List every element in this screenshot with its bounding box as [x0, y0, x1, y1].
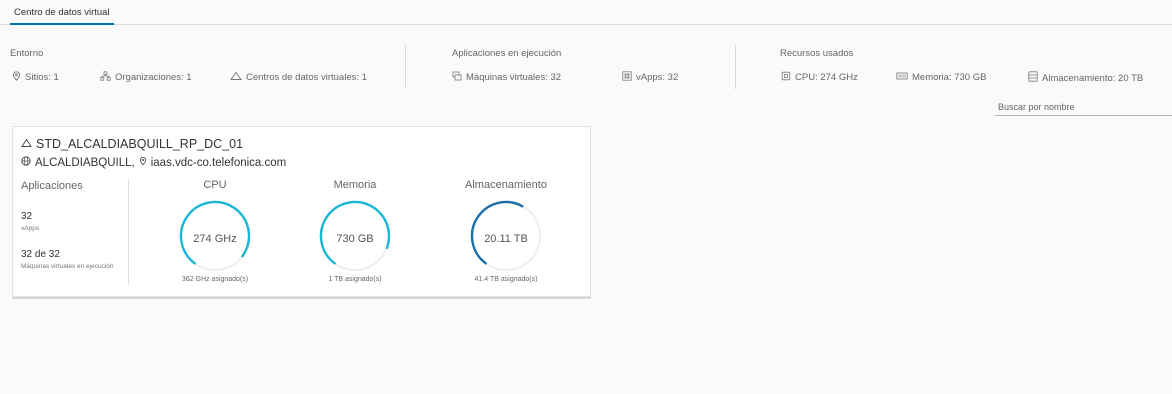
- location-pin-icon: [12, 71, 21, 84]
- cpu-gauge-value: 274 GHz: [193, 233, 237, 245]
- vdc-card[interactable]: STD_ALCALDIABQUILL_RP_DC_01 ALCALDIABQUI…: [12, 126, 591, 297]
- sites-item[interactable]: Sitios: 1: [12, 71, 59, 84]
- cpu-gauge: CPU 274 GHz 362 GHz asignado(s): [155, 179, 275, 283]
- card-title: STD_ALCALDIABQUILL_RP_DC_01: [21, 137, 243, 151]
- storage-gauge-footer: 41.4 TB asignado(s): [474, 276, 538, 283]
- vms-running-count: 32 de 32: [21, 249, 60, 260]
- organizations-item[interactable]: Organizaciones: 1: [100, 71, 192, 84]
- applications-heading: Aplicaciones: [21, 180, 83, 192]
- memory-gauge-footer: 1 TB asignado(s): [328, 276, 382, 283]
- cloud-icon: [230, 71, 242, 84]
- vms-running-caption: Máquinas virtuales en ejecución: [21, 263, 114, 270]
- memory-gauge-title: Memoria: [333, 179, 377, 191]
- tab-centro-de-datos-virtual[interactable]: Centro de datos virtual: [10, 0, 114, 25]
- location-pin-icon: [139, 156, 147, 169]
- cpu-gauge-footer: 362 GHz asignado(s): [181, 276, 249, 283]
- org-name: ALCALDIABQUILL,: [35, 156, 135, 169]
- site-name: iaas.vdc-co.telefonica.com: [150, 156, 287, 169]
- resources-title: Recursos usados: [780, 48, 854, 59]
- storage-label: Almacenamiento: 20 TB: [1042, 72, 1144, 84]
- card-divider: [128, 179, 129, 285]
- tab-bar: Centro de datos virtual: [0, 0, 1172, 25]
- entorno-title: Entorno: [10, 48, 44, 59]
- storage-gauge-value: 20.11 TB: [484, 233, 528, 245]
- vdc-name: STD_ALCALDIABQUILL_RP_DC_01: [36, 137, 244, 151]
- memory-gauge-value: 730 GB: [336, 233, 374, 245]
- cpu-gauge-title: CPU: [203, 179, 227, 191]
- vapps-caption: vApps: [21, 225, 40, 232]
- summary-divider: [405, 45, 406, 89]
- storage-gauge: Almacenamiento 20.11 TB 41.4 TB asignado…: [446, 179, 566, 283]
- vdcs-label: Centros de datos virtuales: 1: [246, 72, 367, 83]
- storage-gauge-title: Almacenamiento: [465, 179, 547, 191]
- summary-panel: Entorno Sitios: 1 Organizaciones: 1 Cent…: [0, 26, 1172, 96]
- vapps-label: vApps: 32: [636, 72, 679, 83]
- storage-icon: [1028, 71, 1038, 85]
- memory-label: Memoria: 730 GB: [912, 72, 987, 83]
- vapps-item[interactable]: vApps: 32: [622, 71, 678, 84]
- summary-divider: [735, 45, 736, 89]
- card-subtitle: ALCALDIABQUILL, iaas.vdc-co.telefonica.c…: [21, 156, 286, 169]
- vm-icon: [452, 71, 462, 84]
- cpu-icon: [781, 71, 791, 84]
- vdcs-item[interactable]: Centros de datos virtuales: 1: [230, 71, 367, 84]
- memory-item[interactable]: Memoria: 730 GB: [896, 71, 986, 84]
- cloud-icon: [21, 137, 32, 151]
- vms-item[interactable]: Máquinas virtuales: 32: [452, 71, 561, 84]
- globe-icon: [21, 156, 31, 169]
- vms-label: Máquinas virtuales: 32: [466, 72, 562, 83]
- organization-icon: [100, 71, 111, 84]
- organizations-label: Organizaciones: 1: [115, 72, 192, 83]
- memory-icon: [896, 71, 908, 84]
- cpu-label: CPU: 274 GHz: [795, 72, 858, 83]
- memory-gauge: Memoria 730 GB 1 TB asignado(s): [295, 179, 415, 283]
- vapp-icon: [622, 71, 632, 84]
- vapps-count: 32: [21, 211, 33, 222]
- sites-label: Sitios: 1: [25, 72, 59, 83]
- search-input[interactable]: [995, 98, 1172, 116]
- apps-running-title: Aplicaciones en ejecución: [452, 48, 562, 59]
- cpu-item[interactable]: CPU: 274 GHz: [781, 71, 858, 84]
- storage-item[interactable]: Almacenamiento: 20 TB: [1028, 71, 1143, 85]
